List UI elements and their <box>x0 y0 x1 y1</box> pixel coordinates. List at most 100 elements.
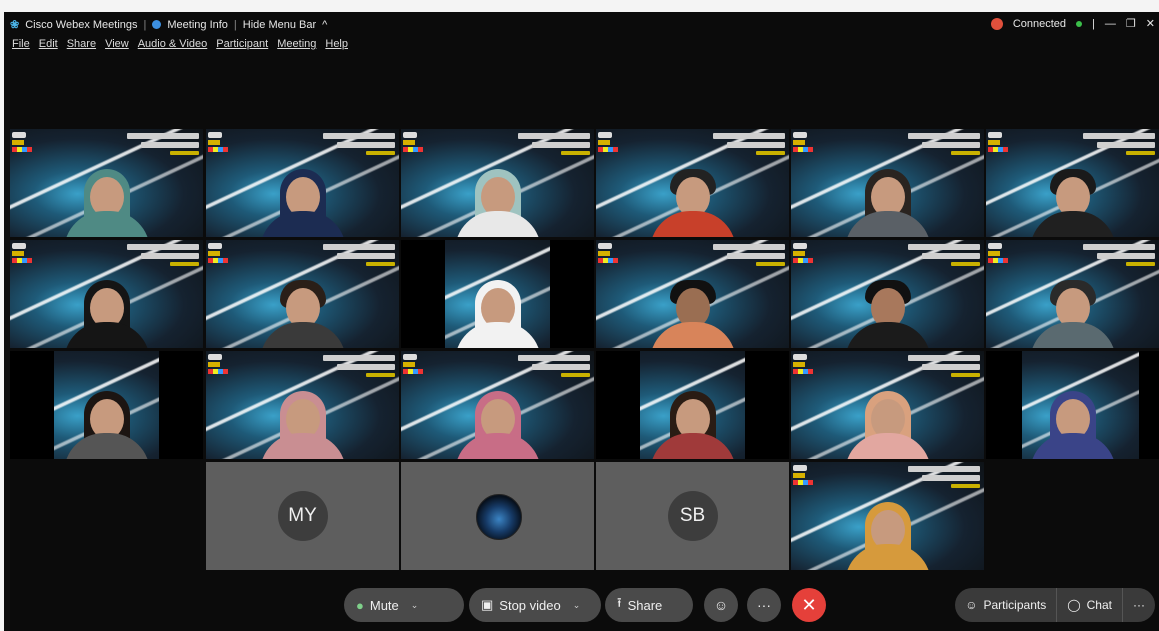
participant-person <box>454 159 541 237</box>
stop-video-label: Stop video <box>499 597 561 613</box>
participant-video-tile[interactable] <box>596 351 789 459</box>
event-logo <box>988 243 1010 269</box>
participant-video-tile[interactable] <box>986 351 1159 459</box>
participant-video-tile[interactable] <box>10 351 203 459</box>
event-logo <box>12 243 34 269</box>
participant-person <box>844 270 931 348</box>
participant-avatar-tile[interactable]: SB <box>596 462 789 570</box>
participant-video-tile[interactable] <box>791 240 984 348</box>
event-banner <box>908 355 980 379</box>
event-banner <box>323 355 395 379</box>
event-banner <box>908 244 980 268</box>
participant-video-tile[interactable] <box>791 462 984 570</box>
stop-video-button[interactable]: ▣ Stop video ⌄ <box>469 588 601 622</box>
restore-button[interactable]: ❐ <box>1126 17 1136 30</box>
microphone-icon: ● <box>356 597 364 613</box>
participant-avatar-tile[interactable]: MY <box>206 462 399 570</box>
chat-label: Chat <box>1086 598 1112 612</box>
menu-help[interactable]: Help <box>325 38 348 50</box>
event-logo <box>793 243 815 269</box>
reactions-button[interactable]: ☺ <box>704 588 738 622</box>
more-panels-button[interactable]: ··· <box>1122 588 1155 622</box>
event-banner <box>323 244 395 268</box>
event-logo <box>208 132 230 158</box>
menu-file[interactable]: File <box>12 38 30 50</box>
participant-video-tile[interactable] <box>206 129 399 237</box>
participant-video-tile[interactable] <box>401 351 594 459</box>
chevron-up-icon[interactable]: ^ <box>322 19 327 31</box>
menu-audio-video[interactable]: Audio & Video <box>138 38 208 50</box>
participant-person <box>454 381 541 459</box>
participant-video-tile[interactable] <box>206 240 399 348</box>
participant-video-tile[interactable] <box>401 240 594 348</box>
participant-video-tile[interactable] <box>791 351 984 459</box>
participant-video-tile[interactable] <box>986 240 1159 348</box>
hide-menu-bar-button[interactable]: Hide Menu Bar <box>243 19 316 31</box>
event-banner <box>518 133 590 157</box>
close-window-button[interactable]: ✕ <box>1146 17 1155 30</box>
event-logo <box>598 132 620 158</box>
event-logo <box>988 132 1010 158</box>
participant-person <box>844 159 931 237</box>
title-separator-2: | <box>233 18 237 31</box>
webex-logo-icon: ❀ <box>10 19 20 31</box>
event-logo <box>208 354 230 380</box>
participant-person <box>649 159 736 237</box>
participant-person <box>63 270 150 348</box>
participant-person <box>1029 270 1116 348</box>
participant-video-tile[interactable] <box>10 240 203 348</box>
mute-button[interactable]: ● Mute ⌄ <box>344 588 464 622</box>
camera-icon: ▣ <box>481 597 494 612</box>
event-logo <box>403 354 425 380</box>
mute-label: Mute <box>369 597 399 613</box>
app-title: Cisco Webex Meetings <box>25 18 138 31</box>
participants-button[interactable]: ☺ Participants <box>955 588 1056 622</box>
participant-avatar-tile[interactable] <box>401 462 594 570</box>
chat-icon: ◯ <box>1067 598 1081 612</box>
meeting-info-button[interactable]: Meeting Info <box>167 19 228 31</box>
chevron-down-icon[interactable]: ⌄ <box>573 600 581 611</box>
chat-button[interactable]: ◯ Chat <box>1056 588 1122 622</box>
participant-video-tile[interactable] <box>10 129 203 237</box>
participants-label: Participants <box>983 598 1047 612</box>
more-options-button[interactable]: ··· <box>747 588 781 622</box>
event-banner <box>908 466 980 490</box>
menu-view[interactable]: View <box>105 38 129 50</box>
share-button[interactable]: ⭱ Share <box>605 588 693 622</box>
event-logo <box>793 132 815 158</box>
menu-edit[interactable]: Edit <box>39 38 58 50</box>
participant-video-tile[interactable] <box>596 240 789 348</box>
menu-bar: File Edit Share View Audio & Video Parti… <box>12 38 348 50</box>
event-banner <box>1083 244 1155 268</box>
event-banner <box>127 133 199 157</box>
connection-status[interactable]: Connected <box>1013 18 1066 30</box>
participant-video-tile[interactable] <box>791 129 984 237</box>
participant-video-tile[interactable] <box>596 129 789 237</box>
event-banner <box>518 355 590 379</box>
event-logo <box>793 465 815 491</box>
info-icon <box>152 20 162 29</box>
share-label: Share <box>627 597 663 613</box>
event-banner <box>713 244 785 268</box>
share-icon: ⭱ <box>617 595 622 610</box>
participant-video-tile[interactable] <box>206 351 399 459</box>
smiley-icon: ☺ <box>713 597 729 613</box>
participant-person <box>63 381 150 459</box>
close-icon: ✕ <box>801 594 817 615</box>
connected-dot-icon <box>1076 20 1083 27</box>
participant-person <box>649 270 736 348</box>
participant-video-tile[interactable] <box>986 129 1159 237</box>
menu-share[interactable]: Share <box>67 38 96 50</box>
menu-participant[interactable]: Participant <box>216 38 268 50</box>
profile-picture <box>475 494 522 540</box>
avatar: MY <box>277 491 328 541</box>
participant-person <box>649 381 736 459</box>
end-meeting-button[interactable]: ✕ <box>792 588 826 622</box>
menu-meeting[interactable]: Meeting <box>277 38 316 50</box>
panel-buttons: ☺ Participants ◯ Chat ··· <box>955 588 1155 622</box>
chevron-down-icon[interactable]: ⌄ <box>411 600 419 611</box>
participant-video-tile[interactable] <box>401 129 594 237</box>
more-icon: ··· <box>757 597 771 613</box>
minimize-button[interactable]: — <box>1105 18 1116 30</box>
participant-person <box>844 381 931 459</box>
